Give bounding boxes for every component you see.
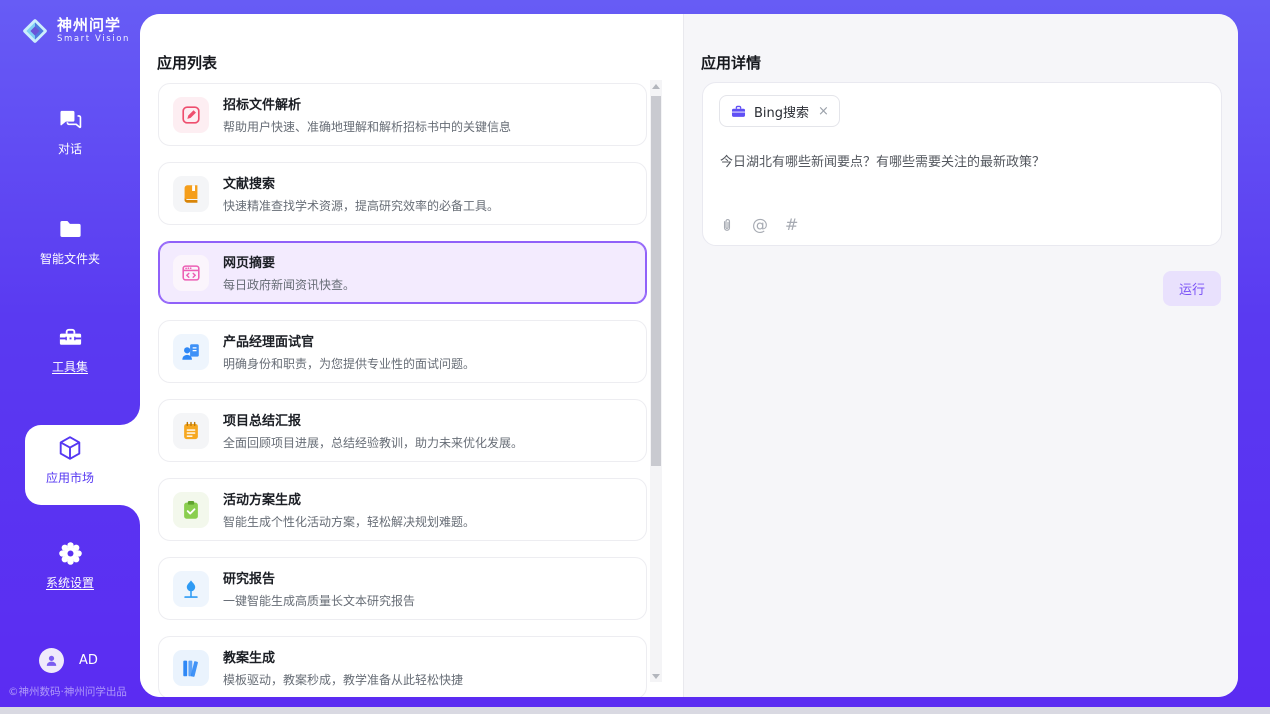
main-content: 应用列表 招标文件解析帮助用户快速、准确地理解和解析招标书中的关键信息文献搜索快… bbox=[140, 14, 1238, 697]
app-card-title: 文献搜索 bbox=[223, 173, 499, 192]
avatar[interactable] bbox=[39, 648, 64, 673]
app-card-desc: 一键智能生成高质量长文本研究报告 bbox=[223, 592, 415, 609]
run-button[interactable]: 运行 bbox=[1163, 271, 1221, 306]
sidebar-item-toolbox[interactable]: 工具集 bbox=[0, 324, 140, 375]
app-card-list: 招标文件解析帮助用户快速、准确地理解和解析招标书中的关键信息文献搜索快速精准查找… bbox=[158, 83, 647, 697]
scroll-down-arrow-icon[interactable] bbox=[650, 670, 662, 682]
sidebar-footer: ©神州数码·神州问学出品 bbox=[8, 684, 140, 699]
app-card-title: 教案生成 bbox=[223, 647, 463, 666]
tool-tag-label: Bing搜索 bbox=[754, 102, 809, 121]
composer-toolbar: @# bbox=[719, 217, 798, 233]
app-card-title: 招标文件解析 bbox=[223, 94, 511, 113]
app-list-title: 应用列表 bbox=[157, 52, 217, 73]
gear-icon bbox=[57, 540, 84, 567]
folder-icon bbox=[57, 216, 84, 243]
app-detail-panel: 应用详情 Bing搜索 × 今日湖北有哪些新闻要点？有哪些需要关注的最新政策？ … bbox=[683, 14, 1238, 697]
app-card-desc: 明确身份和职责，为您提供专业性的面试问题。 bbox=[223, 355, 475, 372]
interviewer-icon bbox=[173, 334, 209, 370]
clipboard-icon bbox=[173, 492, 209, 528]
app-card-title: 产品经理面试官 bbox=[223, 331, 475, 350]
app-card-desc: 每日政府新闻资讯快查。 bbox=[223, 276, 355, 293]
report-icon bbox=[173, 571, 209, 607]
app-card[interactable]: 教案生成模板驱动，教案秒成，教学准备从此轻松快捷 bbox=[158, 636, 647, 697]
app-detail-title: 应用详情 bbox=[701, 52, 761, 73]
notepad-icon bbox=[173, 413, 209, 449]
toolbox-icon bbox=[57, 324, 84, 351]
scroll-up-arrow-icon[interactable] bbox=[650, 80, 662, 92]
app-card-title: 活动方案生成 bbox=[223, 489, 475, 508]
briefcase-icon bbox=[730, 103, 747, 120]
app-card-desc: 帮助用户快速、准确地理解和解析招标书中的关键信息 bbox=[223, 118, 511, 135]
sidebar-item-cube[interactable]: 应用市场 bbox=[0, 434, 140, 486]
sidebar-item-label: 应用市场 bbox=[46, 469, 94, 486]
sidebar-item-label: 系统设置 bbox=[46, 574, 94, 591]
paperclip-icon[interactable] bbox=[719, 217, 735, 233]
app-card-title: 研究报告 bbox=[223, 568, 415, 587]
book-icon bbox=[173, 176, 209, 212]
sidebar-item-label: 工具集 bbox=[52, 358, 88, 375]
app-card-desc: 快速精准查找学术资源，提高研究效率的必备工具。 bbox=[223, 197, 499, 214]
webpage-icon bbox=[173, 255, 209, 291]
app-window: 神州问学 Smart Vision 对话智能文件夹工具集应用市场系统设置 AD … bbox=[0, 0, 1270, 707]
app-card-title: 网页摘要 bbox=[223, 252, 355, 271]
sidebar-item-gear[interactable]: 系统设置 bbox=[0, 540, 140, 591]
prompt-input[interactable]: 今日湖北有哪些新闻要点？有哪些需要关注的最新政策？ bbox=[720, 151, 1204, 170]
bubble-corner-bottom bbox=[120, 505, 140, 525]
at-icon[interactable]: @ bbox=[752, 217, 768, 233]
app-card-desc: 全面回顾项目进展，总结经验教训，助力未来优化发展。 bbox=[223, 434, 523, 451]
app-card-desc: 智能生成个性化活动方案，轻松解决规划难题。 bbox=[223, 513, 475, 530]
hash-icon[interactable]: # bbox=[785, 217, 798, 233]
scrollbar[interactable] bbox=[650, 80, 662, 682]
chat-icon bbox=[57, 106, 84, 133]
app-card[interactable]: 文献搜索快速精准查找学术资源，提高研究效率的必备工具。 bbox=[158, 162, 647, 225]
sidebar: 神州问学 Smart Vision 对话智能文件夹工具集应用市场系统设置 AD … bbox=[0, 0, 140, 707]
app-card[interactable]: 项目总结汇报全面回顾项目进展，总结经验教训，助力未来优化发展。 bbox=[158, 399, 647, 462]
app-list-panel: 应用列表 招标文件解析帮助用户快速、准确地理解和解析招标书中的关键信息文献搜索快… bbox=[140, 14, 683, 697]
books-icon bbox=[173, 650, 209, 686]
app-card[interactable]: 活动方案生成智能生成个性化活动方案，轻松解决规划难题。 bbox=[158, 478, 647, 541]
app-card-title: 项目总结汇报 bbox=[223, 410, 523, 429]
app-card[interactable]: 研究报告一键智能生成高质量长文本研究报告 bbox=[158, 557, 647, 620]
app-card[interactable]: 招标文件解析帮助用户快速、准确地理解和解析招标书中的关键信息 bbox=[158, 83, 647, 146]
bubble-corner-top bbox=[120, 405, 140, 425]
edit-icon bbox=[173, 97, 209, 133]
sidebar-item-label: 对话 bbox=[58, 140, 82, 157]
scrollbar-thumb[interactable] bbox=[651, 96, 661, 466]
close-icon[interactable]: × bbox=[818, 104, 829, 119]
sidebar-item-folder[interactable]: 智能文件夹 bbox=[0, 216, 140, 267]
prompt-card: Bing搜索 × 今日湖北有哪些新闻要点？有哪些需要关注的最新政策？ @# bbox=[702, 82, 1222, 246]
user-initials: AD bbox=[79, 653, 98, 668]
sidebar-nav: 对话智能文件夹工具集应用市场系统设置 bbox=[0, 0, 140, 707]
app-card[interactable]: 产品经理面试官明确身份和职责，为您提供专业性的面试问题。 bbox=[158, 320, 647, 383]
user-row[interactable]: AD bbox=[39, 648, 98, 673]
user-icon bbox=[44, 653, 59, 668]
app-card-desc: 模板驱动，教案秒成，教学准备从此轻松快捷 bbox=[223, 671, 463, 688]
sidebar-item-chat[interactable]: 对话 bbox=[0, 106, 140, 157]
app-card[interactable]: 网页摘要每日政府新闻资讯快查。 bbox=[158, 241, 647, 304]
sidebar-item-label: 智能文件夹 bbox=[40, 250, 100, 267]
cube-icon bbox=[56, 434, 84, 462]
tool-tag-bing-search[interactable]: Bing搜索 × bbox=[719, 95, 840, 127]
